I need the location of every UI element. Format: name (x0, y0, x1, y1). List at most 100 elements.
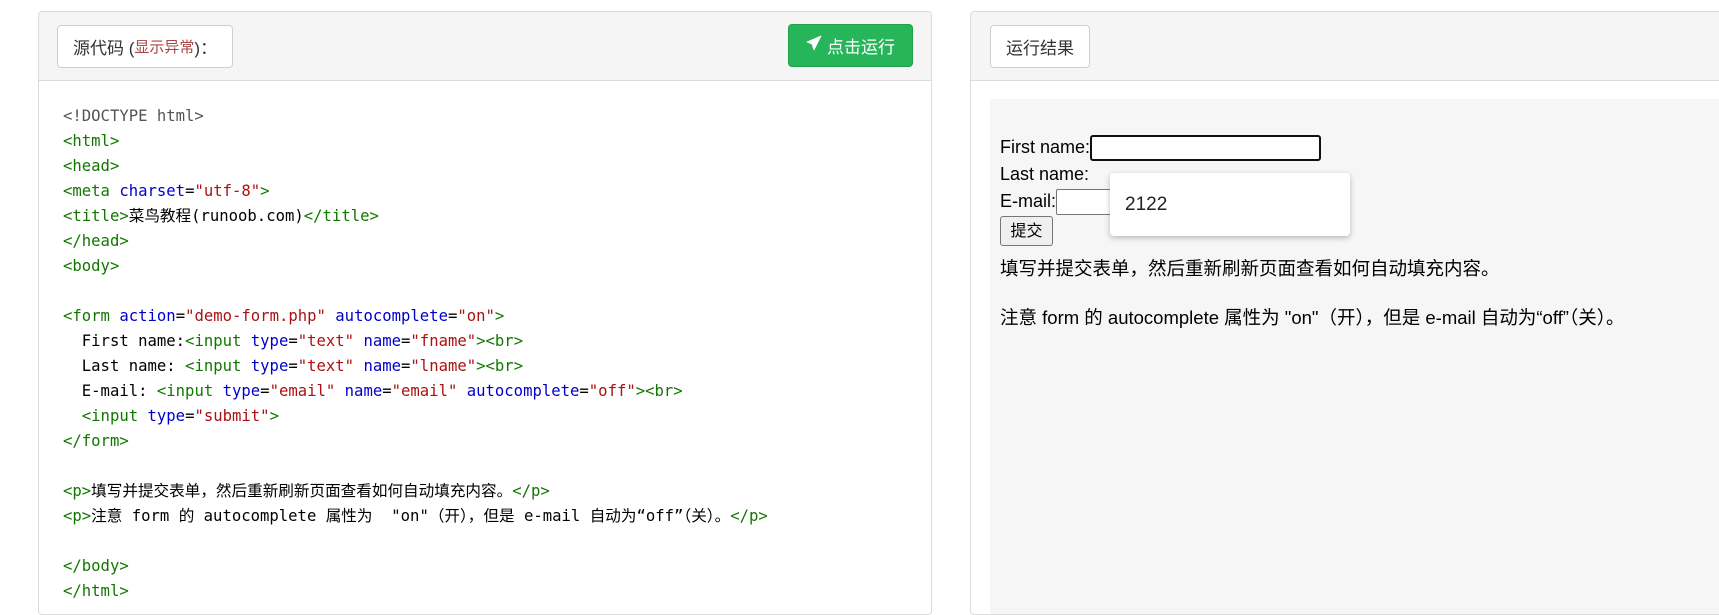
first-name-label: First name: (1000, 134, 1090, 161)
code-token: </title> (304, 207, 379, 225)
code-token: charset (119, 182, 185, 200)
code-token: type (251, 357, 289, 375)
code-token (326, 307, 335, 325)
code-token: = (288, 357, 297, 375)
result-paragraph-1: 填写并提交表单，然后重新刷新页面查看如何自动填充内容。 (1000, 255, 1500, 281)
code-token: </body> (63, 557, 129, 575)
first-name-input[interactable] (1090, 135, 1321, 161)
code-token: name (345, 382, 383, 400)
code-token: "submit" (194, 407, 269, 425)
code-line: <!DOCTYPE html> (63, 104, 768, 129)
code-line: </html> (63, 579, 768, 604)
code-token: "email" (392, 382, 458, 400)
code-token: ><br> (636, 382, 683, 400)
code-token: name (363, 332, 401, 350)
source-code-suffix: )： (194, 34, 217, 59)
code-token: "email" (270, 382, 336, 400)
code-line: <p>注意 form 的 autocomplete 属性为 "on"（开），但是… (63, 504, 768, 529)
code-token: </p> (730, 507, 768, 525)
code-token: <input (185, 357, 251, 375)
code-token: </p> (512, 482, 550, 500)
code-token: "on" (457, 307, 495, 325)
code-token (457, 382, 466, 400)
code-token: <p> (63, 482, 91, 500)
code-line: Last name: <input type="text" name="lnam… (63, 354, 768, 379)
code-line: <form action="demo-form.php" autocomplet… (63, 304, 768, 329)
code-token: = (401, 332, 410, 350)
code-token: name (363, 357, 401, 375)
code-token: Last name: (63, 357, 185, 375)
code-token: "utf-8" (194, 182, 260, 200)
submit-button[interactable]: 提交 (1000, 216, 1053, 246)
code-token: <body> (63, 257, 119, 275)
code-token: 填写并提交表单，然后重新刷新页面查看如何自动填充内容。 (91, 482, 512, 500)
code-token: autocomplete (467, 382, 580, 400)
code-token: <title> (63, 207, 129, 225)
paper-plane-icon (806, 35, 822, 56)
code-token: </head> (63, 232, 129, 250)
source-code-tab[interactable]: 源代码 (显示异常)： (57, 25, 233, 68)
result-tab[interactable]: 运行结果 (990, 25, 1090, 68)
email-input[interactable] (1056, 189, 1116, 215)
code-token: type (223, 382, 261, 400)
code-line: <html> (63, 129, 768, 154)
code-token: "lname" (410, 357, 476, 375)
code-token: action (119, 307, 175, 325)
code-token: First name: (63, 332, 185, 350)
source-code-panel: 源代码 (显示异常)： 点击运行 <!DOCTYPE html> <html> <h… (38, 11, 932, 615)
code-token: > (260, 182, 269, 200)
code-token: <input (82, 407, 148, 425)
first-name-row: First name: (1000, 134, 1321, 161)
code-token: = (579, 382, 588, 400)
code-token (63, 407, 82, 425)
code-token: <!DOCTYPE html> (63, 107, 204, 125)
display-error-link[interactable]: 显示异常 (134, 36, 194, 57)
code-token: ><br> (476, 357, 523, 375)
code-line: <input type="submit"> (63, 404, 768, 429)
code-line: <head> (63, 154, 768, 179)
code-token (335, 382, 344, 400)
code-token: > (495, 307, 504, 325)
result-frame: First name: Last name: E-mail: 提交 填写并提交表… (990, 99, 1719, 614)
code-token: 注意 form 的 autocomplete 属性为 "on"（开），但是 e-… (91, 507, 730, 525)
code-token: <p> (63, 507, 91, 525)
code-token: = (288, 332, 297, 350)
code-token: = (176, 307, 185, 325)
code-line (63, 454, 768, 479)
code-token: = (382, 382, 391, 400)
code-token: "text" (298, 332, 354, 350)
run-button-label: 点击运行 (827, 33, 895, 58)
email-label: E-mail: (1000, 188, 1056, 215)
code-editor[interactable]: <!DOCTYPE html> <html> <head> <meta charset… (63, 104, 768, 604)
code-token: 菜鸟教程(runoob.com) (129, 207, 304, 225)
source-code-header: 源代码 (显示异常)： 点击运行 (39, 12, 931, 81)
code-token: E-mail: (63, 382, 157, 400)
code-token: "demo-form.php" (185, 307, 326, 325)
autocomplete-dropdown: 2122 (1110, 173, 1350, 236)
code-token: <input (185, 332, 251, 350)
code-token: <head> (63, 157, 119, 175)
code-token: = (401, 357, 410, 375)
code-token: type (251, 332, 289, 350)
code-token: <input (157, 382, 223, 400)
result-header: 运行结果 (971, 12, 1719, 81)
code-line: <p>填写并提交表单，然后重新刷新页面查看如何自动填充内容。</p> (63, 479, 768, 504)
code-line: </body> (63, 554, 768, 579)
autocomplete-suggestion[interactable]: 2122 (1125, 194, 1167, 216)
code-token: "fname" (410, 332, 476, 350)
code-line: First name:<input type="text" name="fnam… (63, 329, 768, 354)
code-line (63, 279, 768, 304)
code-token: <html> (63, 132, 119, 150)
code-token: <meta (63, 182, 119, 200)
result-panel: 运行结果 First name: Last name: E-mail: 提交 填… (970, 11, 1719, 615)
run-button[interactable]: 点击运行 (788, 24, 913, 67)
result-paragraph-2: 注意 form 的 autocomplete 属性为 "on"（开），但是 e-… (1000, 304, 1624, 330)
code-line (63, 529, 768, 554)
code-line: <body> (63, 254, 768, 279)
code-line: <meta charset="utf-8"> (63, 179, 768, 204)
code-token: = (260, 382, 269, 400)
code-token: type (148, 407, 186, 425)
code-token: <form (63, 307, 119, 325)
source-code-label: 源代码 ( (73, 34, 134, 59)
code-line: </form> (63, 429, 768, 454)
